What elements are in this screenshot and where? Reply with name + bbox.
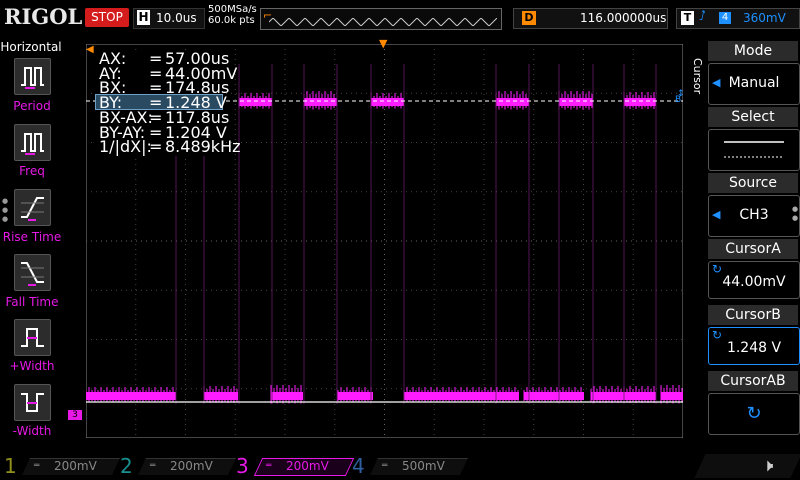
menu-scroll-dots-icon: ● ● xyxy=(792,205,799,222)
high-level-segment xyxy=(559,98,593,106)
ch1-number: 1 xyxy=(4,454,17,478)
pos-width-icon xyxy=(21,328,44,347)
ch2-tab[interactable]: 2 ═ 200mV xyxy=(120,454,236,478)
ch1-scale: 200mV xyxy=(54,459,97,473)
menu-side-strip xyxy=(684,38,702,450)
low-level-segment xyxy=(204,392,238,400)
ch3-scale: 200mV xyxy=(286,459,329,473)
source-value: CH3 xyxy=(739,207,769,223)
delay-value: 116.000000us xyxy=(580,11,667,25)
fall-time-button[interactable] xyxy=(14,254,51,291)
readout-key: 1/|dX|: xyxy=(99,137,152,157)
cursor-a-control[interactable]: ↻ 44.00mV xyxy=(708,261,800,299)
mode-value: Manual xyxy=(728,75,780,91)
memory-depth: 60.0k pts xyxy=(208,15,255,26)
timebase-display[interactable]: H 10.0us xyxy=(133,8,205,29)
period-label: Period xyxy=(13,99,51,113)
trigger-display[interactable]: T ⭜ 4 360mV xyxy=(676,8,800,29)
side-arrows-icon: ↕ xyxy=(677,89,685,99)
dc-coupling-icon: ═ xyxy=(266,461,272,471)
high-level-segment xyxy=(304,98,337,106)
ch2-number: 2 xyxy=(120,454,133,478)
ch4-scale: 500mV xyxy=(402,459,445,473)
trigger-source-badge: 4 xyxy=(719,12,731,24)
source-title: Source xyxy=(708,173,798,193)
rise-time-icon xyxy=(21,197,44,221)
period-icon xyxy=(21,67,44,89)
ch4-tab[interactable]: 4 ═ 500mV xyxy=(352,454,468,478)
dc-coupling-icon: ═ xyxy=(34,461,40,471)
ch1-tab[interactable]: 1 ═ 200mV xyxy=(4,454,120,478)
sample-rate: 500MSa/s xyxy=(208,4,257,15)
pos-width-button[interactable] xyxy=(14,319,51,356)
panel-title: Horizontal xyxy=(0,40,62,54)
dc-coupling-icon: ═ xyxy=(150,461,156,471)
period-button[interactable] xyxy=(14,58,51,95)
select-title: Select xyxy=(708,107,798,127)
brand-logo: RIGOL xyxy=(4,4,83,29)
fall-time-icon xyxy=(21,262,44,286)
cursor-lines-icon xyxy=(724,141,784,158)
cursor-b-control[interactable]: ↻ 1.248 V xyxy=(708,327,800,365)
ch4-number: 4 xyxy=(352,454,365,478)
neg-width-button[interactable] xyxy=(14,384,51,421)
fall-time-label: Fall Time xyxy=(5,295,59,309)
timebase-value: 10.0us xyxy=(156,11,197,25)
top-status-bar: RIGOL STOP H 10.0us 500MSa/s 60.0k pts ⌐… xyxy=(0,0,800,38)
freq-label: Freq xyxy=(19,164,45,178)
cursor-b-title: CursorB xyxy=(708,305,798,325)
left-offscreen-marker-icon: ◀ xyxy=(86,44,94,55)
cursor-a-title: CursorA xyxy=(708,239,798,259)
horizontal-badge: H xyxy=(137,10,150,25)
acquisition-info: 500MSa/s 60.0k pts xyxy=(208,4,257,26)
memory-overview-strip[interactable]: ⌐ xyxy=(260,8,502,30)
rise-time-button[interactable] xyxy=(14,189,51,226)
sound-icon[interactable]: 🕨 xyxy=(762,455,773,476)
ch3-offset-marker[interactable]: 3 xyxy=(68,410,82,420)
cursor-a-value: 44.00mV xyxy=(722,274,786,290)
knob-icon: ↻ xyxy=(746,403,762,424)
high-level-segment xyxy=(239,98,272,106)
ch3-tab[interactable]: 3 ═ 200mV xyxy=(236,454,355,478)
cursor-ab-control[interactable]: ↻ xyxy=(708,393,800,435)
source-selector[interactable]: ◀ CH3 xyxy=(708,195,800,237)
run-stop-button[interactable]: STOP xyxy=(85,8,129,27)
rise-time-label: Rise Time xyxy=(2,230,62,244)
delay-display[interactable]: D 116.000000us xyxy=(513,8,668,29)
trigger-badge: T xyxy=(681,11,694,25)
cursor-b-value: 1.248 V xyxy=(726,340,782,356)
freq-icon xyxy=(21,133,44,155)
select-button[interactable] xyxy=(708,129,800,171)
neg-width-icon xyxy=(21,393,44,412)
ch2-scale: 200mV xyxy=(170,459,213,473)
high-level-segment xyxy=(371,98,404,106)
rising-edge-icon: ⭜ xyxy=(699,9,706,24)
pos-width-label: +Width xyxy=(9,359,55,373)
neg-width-label: -Width xyxy=(12,424,52,438)
cursor-ab-title: CursorAB xyxy=(708,371,798,391)
mode-selector[interactable]: ◀ Manual xyxy=(708,63,800,105)
waveform-overview-icon xyxy=(269,18,497,26)
readout-value: 8.489kHz xyxy=(165,137,241,157)
high-level-segment xyxy=(496,98,529,106)
ch3-number: 3 xyxy=(236,454,249,478)
status-tab-bg xyxy=(694,454,800,478)
trigger-level: 360mV xyxy=(743,11,786,25)
menu-side-label: Cursor xyxy=(691,58,704,95)
mode-title: Mode xyxy=(708,41,798,61)
dc-coupling-icon: ═ xyxy=(382,461,388,471)
trigger-position-marker-icon[interactable]: ▼ xyxy=(379,37,387,50)
readout-equals: = xyxy=(149,137,163,157)
freq-button[interactable] xyxy=(14,124,51,161)
delay-badge: D xyxy=(522,11,536,25)
readout-row: 1/|dX|: = 8.489kHz xyxy=(99,137,241,157)
scroll-dots-icon: ● ● ● xyxy=(2,197,9,223)
